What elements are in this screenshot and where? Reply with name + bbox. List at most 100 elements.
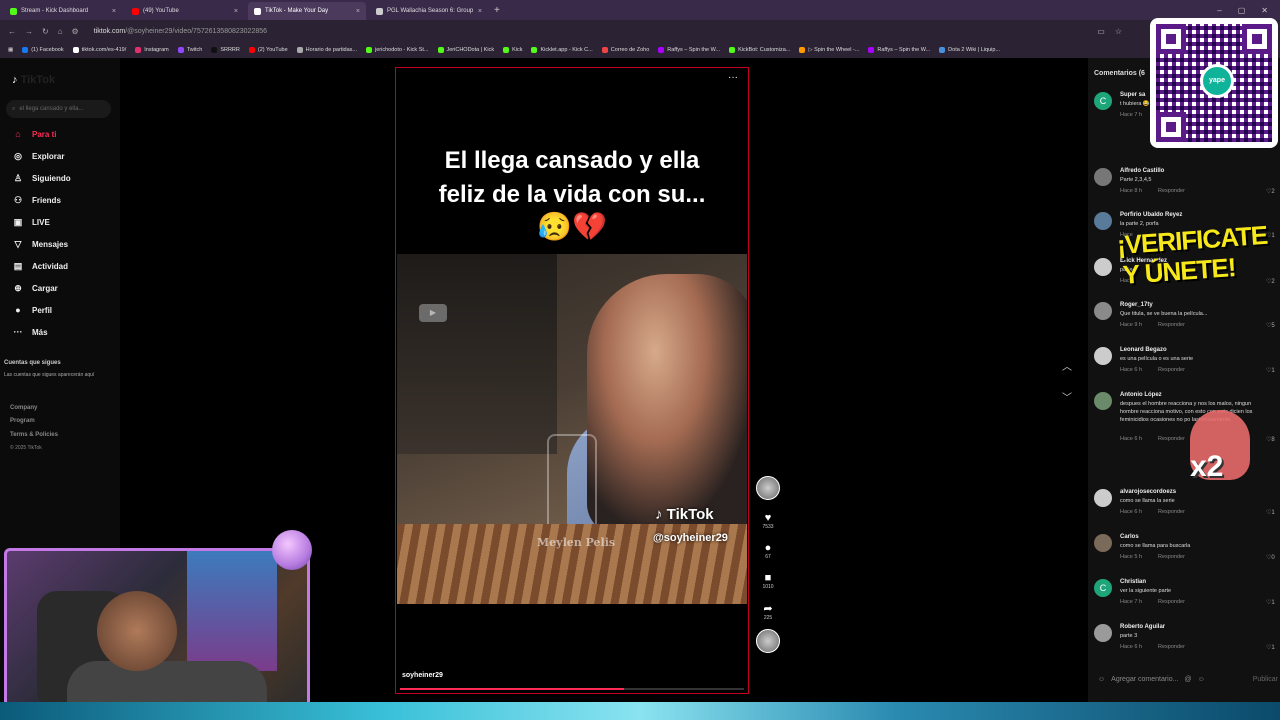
reply-button[interactable]: Responder xyxy=(1158,188,1185,194)
comment-author[interactable]: Antonio López xyxy=(1120,392,1162,398)
comment-avatar[interactable] xyxy=(1094,489,1112,507)
save-button[interactable]: ■ 1010 xyxy=(755,572,781,590)
search-input[interactable]: ⌕ el llega cansado y ella... xyxy=(6,100,111,118)
back-icon[interactable]: ← xyxy=(8,27,16,36)
emoji-picker-icon[interactable]: ☺ xyxy=(1198,676,1205,683)
bookmark-item[interactable]: (2) YouTube xyxy=(248,47,288,53)
comment-like-button[interactable]: ♡1 xyxy=(1266,509,1275,516)
comment-avatar[interactable] xyxy=(1094,302,1112,320)
new-tab-icon[interactable]: + xyxy=(494,5,500,16)
comment-avatar[interactable]: C xyxy=(1094,92,1112,110)
comment-like-button[interactable]: ♡1 xyxy=(1266,367,1275,374)
bookmark-item[interactable]: Kick xyxy=(503,47,522,53)
bookmark-item[interactable]: (1) Facebook xyxy=(22,47,64,53)
forward-icon[interactable]: → xyxy=(25,27,33,36)
more-options-icon[interactable]: ··· xyxy=(728,72,738,83)
close-tab-icon[interactable]: × xyxy=(478,8,482,15)
like-button[interactable]: ♥ 7533 xyxy=(755,512,781,530)
bookmark-item[interactable]: jerichodoto - Kick St... xyxy=(366,47,429,53)
close-tab-icon[interactable]: × xyxy=(234,8,238,15)
comment-like-button[interactable]: ♡1 xyxy=(1266,644,1275,651)
bookmark-item[interactable]: Dota 2 Wiki | Liquip... xyxy=(939,47,1000,53)
reply-button[interactable]: Responder xyxy=(1158,509,1185,515)
comment-author[interactable]: Alfredo Castillo xyxy=(1120,168,1164,174)
bookmark-star-icon[interactable]: ☆ xyxy=(1115,27,1122,36)
url-field[interactable]: tiktok.com/@soyheiner29/video/7572613580… xyxy=(94,28,267,35)
publish-button[interactable]: Publicar xyxy=(1253,676,1278,683)
bookmark-item[interactable]: SRRRR xyxy=(211,47,240,53)
comment-like-button[interactable]: ♡2 xyxy=(1266,278,1275,285)
maximize-icon[interactable]: ▢ xyxy=(1238,6,1246,15)
bookmark-item[interactable]: Kicklet.app - Kick C... xyxy=(531,47,593,53)
comment-avatar[interactable] xyxy=(1094,624,1112,642)
footer-company[interactable]: Company xyxy=(10,405,37,411)
site-info-icon[interactable]: ⚙ xyxy=(72,27,79,36)
bookmark-item[interactable]: KickBot: Customiza... xyxy=(729,47,790,53)
bookmark-item[interactable]: JeriCHODota | Kick xyxy=(437,47,494,53)
window-close-icon[interactable]: ✕ xyxy=(1261,6,1268,15)
creator-avatar[interactable] xyxy=(755,476,781,500)
share-button[interactable]: ➦ 225 xyxy=(755,602,781,621)
comment-avatar[interactable] xyxy=(1094,534,1112,552)
reply-button[interactable]: Responder xyxy=(1158,322,1185,328)
comment-author[interactable]: Carlos xyxy=(1120,534,1139,540)
nav-item-actividad[interactable]: ▤ Actividad xyxy=(12,261,68,272)
reply-button[interactable]: Responder xyxy=(1158,367,1185,373)
comment-avatar[interactable] xyxy=(1094,168,1112,186)
bookmark-item[interactable]: Horario de partidas... xyxy=(296,47,357,53)
reply-button[interactable]: Responder xyxy=(1158,554,1185,560)
bookmark-item[interactable]: Instagram xyxy=(135,47,169,53)
bookmark-item[interactable]: ▷ Spin the Wheel -... xyxy=(799,47,859,53)
video-player[interactable]: ··· El llega cansado y ella feliz de la … xyxy=(395,67,749,694)
comment-author[interactable]: Roberto Aguilar xyxy=(1120,624,1165,630)
comment-author[interactable]: alvarojosecordoezs xyxy=(1120,489,1176,495)
minimize-icon[interactable]: – xyxy=(1217,6,1221,15)
nav-item-más[interactable]: ··· Más xyxy=(12,327,48,337)
nav-item-perfil[interactable]: ● Perfil xyxy=(12,305,52,315)
comment-author[interactable]: Porfirio Ubaldo Reyez xyxy=(1120,212,1182,218)
video-author[interactable]: soyheiner29 xyxy=(402,672,443,679)
cast-icon[interactable]: ▭ xyxy=(1097,27,1105,36)
nav-item-para-ti[interactable]: ⌂ Para ti xyxy=(12,129,56,139)
nav-item-mensajes[interactable]: ▽ Mensajes xyxy=(12,239,69,250)
mention-icon[interactable]: @ xyxy=(1184,676,1191,683)
comment-button[interactable]: ● 67 xyxy=(755,542,781,560)
comment-avatar[interactable] xyxy=(1094,258,1112,276)
comment-author[interactable]: Super sa xyxy=(1120,92,1145,98)
tiktok-logo[interactable]: ♪ TikTok xyxy=(12,74,55,86)
comment-avatar[interactable] xyxy=(1094,347,1112,365)
bookmark-item[interactable]: Twitch xyxy=(177,47,202,53)
comment-avatar[interactable] xyxy=(1094,212,1112,230)
apps-grid-icon[interactable]: ▦ xyxy=(8,47,13,53)
reply-button[interactable]: Responder xyxy=(1158,599,1185,605)
comment-like-button[interactable]: ♡5 xyxy=(1266,322,1275,329)
bookmark-item[interactable]: Raffys – Spin the W... xyxy=(868,47,930,53)
comment-like-button[interactable]: ♡8 xyxy=(1266,436,1275,443)
previous-video-icon[interactable]: ︿ xyxy=(1062,358,1072,373)
nav-item-siguiendo[interactable]: ♙ Siguiendo xyxy=(12,173,71,184)
comment-avatar[interactable] xyxy=(1094,392,1112,410)
reload-icon[interactable]: ↻ xyxy=(42,27,49,36)
browser-tab[interactable]: PGL Wallachia Season 6: Group × xyxy=(370,2,488,20)
comment-author[interactable]: Leonard Begazo xyxy=(1120,347,1167,353)
browser-tab[interactable]: Stream - Kick Dashboard × xyxy=(4,2,122,20)
bookmark-item[interactable]: Raffys – Spin the W... xyxy=(658,47,720,53)
bookmark-item[interactable]: tiktok.com/es-419/ xyxy=(72,47,126,53)
comment-author[interactable]: Christian xyxy=(1120,579,1146,585)
comment-avatar[interactable]: C xyxy=(1094,579,1112,597)
footer-terms[interactable]: Terms & Policies xyxy=(10,432,58,438)
comment-like-button[interactable]: ♡2 xyxy=(1266,188,1275,195)
reply-button[interactable]: Responder xyxy=(1158,644,1185,650)
browser-tab[interactable]: (49) YouTube × xyxy=(126,2,244,20)
comment-like-button[interactable]: ♡0 xyxy=(1266,554,1275,561)
sound-avatar[interactable] xyxy=(755,629,781,653)
next-video-icon[interactable]: ﹀ xyxy=(1062,389,1072,404)
home-button-icon[interactable]: ⌂ xyxy=(58,27,63,36)
nav-item-live[interactable]: ▣ LIVE xyxy=(12,217,50,228)
add-comment-input[interactable]: ☺ Agregar comentario... @ ☺ Publicar xyxy=(1098,676,1278,683)
bookmark-item[interactable]: Correo de Zoho xyxy=(601,47,649,53)
footer-program[interactable]: Program xyxy=(10,418,35,424)
browser-tab[interactable]: TikTok - Make Your Day × xyxy=(248,2,366,20)
close-tab-icon[interactable]: × xyxy=(112,8,116,15)
nav-item-friends[interactable]: ⚇ Friends xyxy=(12,195,61,206)
